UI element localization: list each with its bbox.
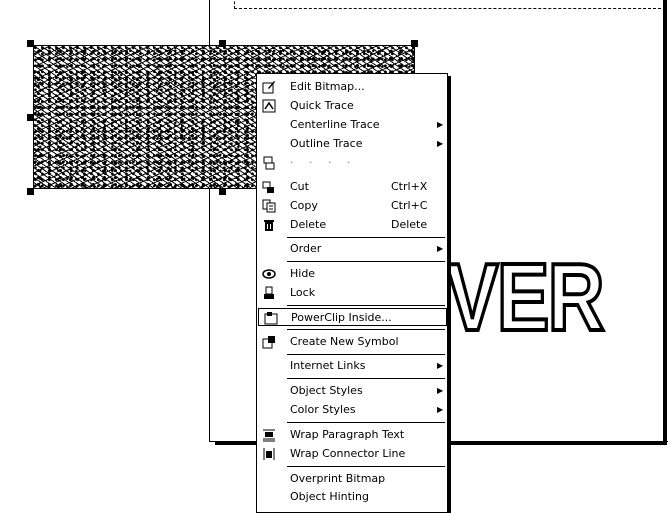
menu-item-label: Order [290, 242, 322, 255]
menu-item-outline-trace[interactable]: Outline Trace ▶ [257, 135, 447, 153]
menu-item-quick-trace[interactable]: Quick Trace [257, 97, 447, 115]
copy-icon [262, 199, 276, 213]
submenu-arrow-icon: ▶ [437, 139, 444, 148]
menu-item-label: Delete [290, 218, 327, 231]
menu-item-label: Object Styles [290, 384, 363, 397]
menu-item-powerclip-inside[interactable]: PowerClip Inside... [258, 308, 447, 326]
lock-icon [264, 286, 274, 299]
page-shadow [663, 0, 667, 445]
selection-handle[interactable] [27, 40, 34, 47]
menu-item-disabled: · · · · [257, 154, 447, 172]
wrap-paragraph-icon [263, 429, 275, 442]
menu-separator [287, 261, 445, 262]
menu-item-label: Wrap Paragraph Text [290, 428, 405, 441]
menu-item-label: Copy [290, 199, 318, 212]
submenu-arrow-icon: ▶ [437, 361, 444, 370]
menu-item-create-new-symbol[interactable]: Create New Symbol [257, 333, 447, 351]
quick-trace-icon [262, 99, 276, 113]
menu-separator [287, 237, 445, 238]
shortcut-label: Ctrl+C [391, 199, 428, 212]
selection-handle[interactable] [411, 40, 418, 47]
menu-item-label: Object Hinting [290, 490, 369, 503]
resample-icon [263, 156, 275, 170]
dashed-guide-frame [234, 0, 668, 9]
outlined-text-object[interactable]: VER [444, 248, 606, 348]
menu-item-object-hinting[interactable]: Object Hinting [257, 488, 447, 506]
menu-item-label: Edit Bitmap... [290, 80, 365, 93]
trash-icon [264, 220, 274, 231]
menu-separator [287, 378, 445, 379]
cut-icon [262, 181, 274, 193]
edit-bitmap-icon [262, 81, 275, 94]
menu-item-label: Wrap Connector Line [290, 447, 406, 460]
menu-item-lock[interactable]: Lock [257, 284, 447, 302]
menu-item-cut[interactable]: Cut Ctrl+X [257, 178, 447, 196]
menu-item-label: Outline Trace [290, 137, 363, 150]
menu-item-copy[interactable]: Copy Ctrl+C [257, 197, 447, 215]
menu-item-color-styles[interactable]: Color Styles ▶ [257, 401, 447, 419]
menu-item-order[interactable]: Order ▶ [257, 240, 447, 258]
menu-item-label: Hide [290, 267, 316, 280]
menu-item-label: PowerClip Inside... [291, 311, 392, 324]
eye-icon [262, 269, 276, 279]
selection-handle[interactable] [219, 188, 226, 195]
shortcut-label: Ctrl+X [391, 180, 428, 193]
menu-item-label: Create New Symbol [290, 335, 399, 348]
submenu-arrow-icon: ▶ [437, 120, 444, 129]
symbol-icon [262, 336, 275, 349]
menu-item-edit-bitmap[interactable]: Edit Bitmap... [257, 78, 447, 96]
submenu-arrow-icon: ▶ [437, 244, 444, 253]
menu-item-delete[interactable]: Delete Delete [257, 216, 447, 234]
menu-item-label: Quick Trace [290, 99, 354, 112]
wrap-connector-icon [263, 448, 275, 460]
menu-item-label: Cut [290, 180, 309, 193]
menu-item-wrap-paragraph-text[interactable]: Wrap Paragraph Text [257, 426, 447, 444]
selection-handle[interactable] [27, 114, 34, 121]
menu-separator [287, 466, 445, 467]
menu-item-internet-links[interactable]: Internet Links ▶ [257, 357, 447, 375]
menu-item-centerline-trace[interactable]: Centerline Trace ▶ [257, 116, 447, 134]
context-menu: Edit Bitmap... Quick Trace Centerline Tr… [256, 73, 448, 513]
shortcut-label: Delete [391, 218, 428, 231]
menu-item-label: Internet Links [290, 359, 366, 372]
menu-separator [287, 422, 445, 423]
menu-item-wrap-connector-line[interactable]: Wrap Connector Line [257, 445, 447, 463]
menu-item-label: · · · · [290, 156, 357, 169]
selection-handle[interactable] [219, 40, 226, 47]
menu-separator [287, 305, 445, 306]
menu-separator [287, 329, 445, 330]
menu-item-hide[interactable]: Hide [257, 265, 447, 283]
submenu-arrow-icon: ▶ [437, 405, 444, 414]
menu-separator [287, 354, 445, 355]
powerclip-icon [264, 312, 278, 325]
menu-item-label: Overprint Bitmap [290, 472, 386, 485]
menu-item-overprint-bitmap[interactable]: Overprint Bitmap [257, 470, 447, 488]
submenu-arrow-icon: ▶ [437, 386, 444, 395]
menu-item-label: Lock [290, 286, 316, 299]
menu-item-object-styles[interactable]: Object Styles ▶ [257, 382, 447, 400]
selection-handle[interactable] [27, 188, 34, 195]
menu-item-label: Centerline Trace [290, 118, 380, 131]
menu-item-label: Color Styles [290, 403, 356, 416]
